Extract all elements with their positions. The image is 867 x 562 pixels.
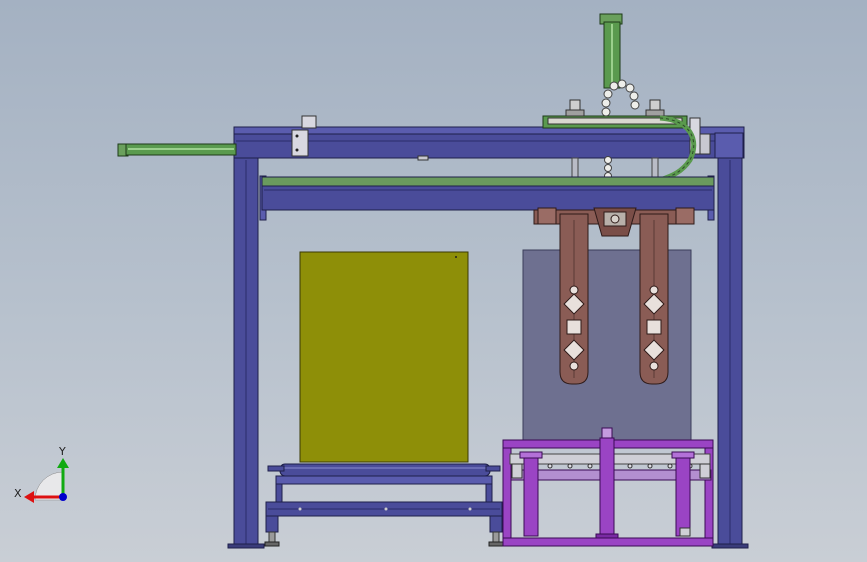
lifting-table bbox=[502, 427, 714, 547]
roller-conveyor bbox=[264, 463, 504, 547]
lower-beam bbox=[261, 176, 715, 211]
gripper-finger-right bbox=[639, 213, 669, 385]
gripper-finger-left bbox=[559, 213, 589, 385]
palletizer-front-view: Y X bbox=[14, 13, 749, 549]
triad-label-x: X bbox=[14, 487, 22, 500]
gripper-hub bbox=[533, 207, 695, 237]
triad-label-y: Y bbox=[58, 445, 66, 458]
top-carriage bbox=[542, 99, 688, 129]
pallet-panel bbox=[299, 251, 469, 463]
cad-viewport[interactable]: Y X bbox=[0, 0, 867, 562]
coordinate-triad: Y X bbox=[14, 445, 69, 503]
horizontal-cylinder bbox=[117, 143, 237, 157]
vertical-cylinder bbox=[599, 13, 623, 89]
